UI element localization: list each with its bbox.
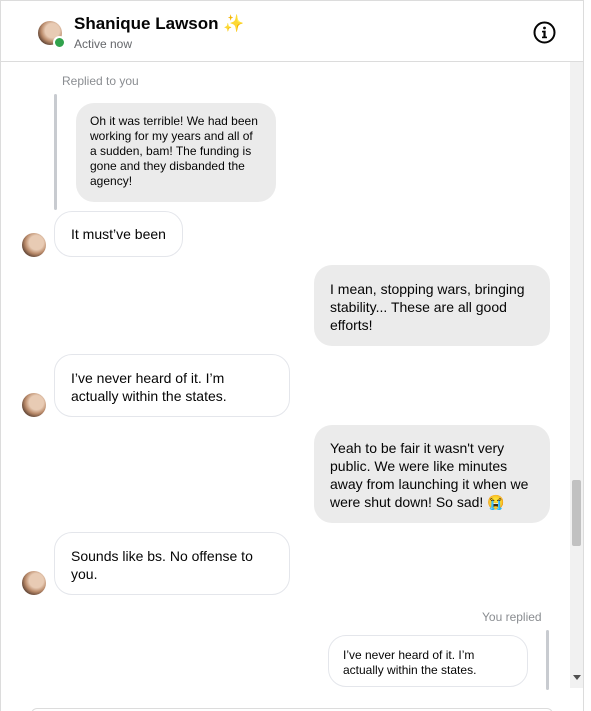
thread-scrollbar[interactable] bbox=[570, 62, 583, 688]
contact-avatar-small[interactable] bbox=[22, 571, 46, 595]
reply-quote-bar bbox=[546, 630, 549, 690]
outgoing-message[interactable]: I mean, stopping wars, bringing stabilit… bbox=[314, 265, 550, 346]
active-status-text: Active now bbox=[74, 37, 133, 51]
incoming-message[interactable]: I’ve never heard of it. I’m actually wit… bbox=[54, 354, 290, 417]
outgoing-message[interactable]: Yeah to be fair it wasn't very public. W… bbox=[314, 425, 550, 523]
quoted-message[interactable]: I’ve never heard of it. I’m actually wit… bbox=[328, 635, 528, 687]
incoming-message[interactable]: It must’ve been bbox=[54, 211, 183, 257]
contact-name[interactable]: Shanique Lawson ✨ bbox=[74, 14, 244, 34]
replied-to-you-label: Replied to you bbox=[62, 74, 139, 88]
contact-avatar-small[interactable] bbox=[22, 233, 46, 257]
reply-quote-bar bbox=[54, 94, 57, 210]
contact-avatar-small[interactable] bbox=[22, 393, 46, 417]
incoming-message[interactable]: Sounds like bs. No offense to you. bbox=[54, 532, 290, 595]
scroll-down-arrow-icon[interactable] bbox=[573, 675, 581, 680]
quoted-message[interactable]: Oh it was terrible! We had been working … bbox=[76, 103, 276, 202]
you-replied-label: You replied bbox=[482, 610, 542, 624]
contact-name-text: Shanique Lawson bbox=[74, 14, 219, 33]
active-status-dot bbox=[53, 36, 66, 49]
scrollbar-thumb[interactable] bbox=[572, 480, 581, 546]
message-thread[interactable]: Replied to you Oh it was terrible! We ha… bbox=[1, 62, 571, 711]
info-icon[interactable] bbox=[533, 21, 556, 44]
sparkles-emoji: ✨ bbox=[223, 14, 245, 33]
chat-window: Shanique Lawson ✨ Active now Replied to … bbox=[0, 0, 584, 711]
chat-header: Shanique Lawson ✨ Active now bbox=[1, 1, 583, 62]
